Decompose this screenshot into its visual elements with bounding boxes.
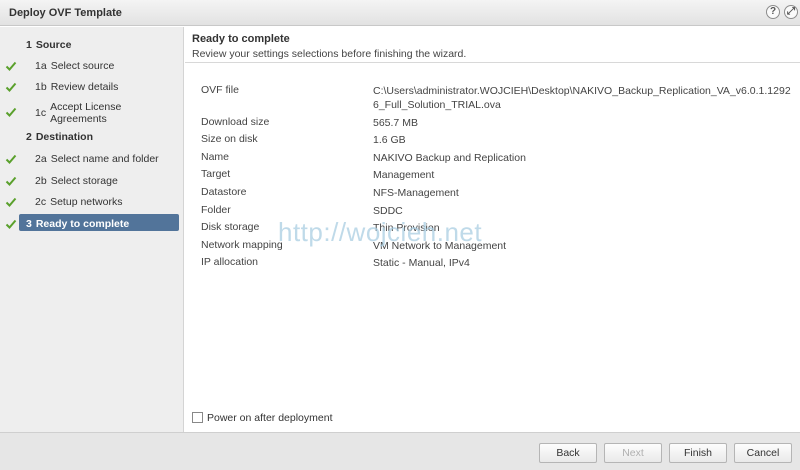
summary-value: SDDC (373, 205, 403, 217)
check-icon (5, 219, 17, 229)
cancel-button[interactable]: Cancel (734, 443, 792, 463)
summary-key: Network mapping (201, 239, 283, 251)
summary-value: Management (373, 169, 435, 181)
summary-value: C:\Users\administrator.WOJCIEH\Desktop\N… (373, 85, 791, 111)
wizard-footer: Back Next Finish Cancel (0, 432, 800, 470)
help-icon[interactable]: ? (766, 5, 780, 19)
summary-key: Datastore (201, 186, 247, 198)
summary-key: Folder (201, 204, 231, 216)
summary-key: Download size (201, 116, 270, 128)
title-bar: Deploy OVF Template ? ⤢ (0, 0, 800, 26)
checkbox-box[interactable] (192, 412, 203, 423)
check-icon (5, 197, 17, 207)
summary-key: Name (201, 151, 230, 163)
back-button[interactable]: Back (539, 443, 597, 463)
summary-value: NAKIVO Backup and Replication (373, 152, 526, 164)
check-icon (5, 154, 17, 164)
page-header: Ready to complete Review your settings s… (185, 27, 800, 63)
summary-value: Thin Provision (373, 222, 440, 234)
next-button[interactable]: Next (604, 443, 662, 463)
check-icon (5, 82, 17, 92)
summary-key: IP allocation (201, 256, 259, 268)
summary-key: Size on disk (201, 133, 258, 145)
summary-value: VM Network to Management (373, 240, 507, 252)
wizard-content: Ready to complete Review your settings s… (185, 27, 800, 432)
summary-value: 565.7 MB (373, 117, 418, 129)
summary-value: NFS-Management (373, 187, 459, 199)
window-title: Deploy OVF Template (9, 7, 122, 19)
check-icon (5, 61, 17, 71)
summary-key: OVF file (201, 84, 239, 96)
check-icon (5, 176, 17, 186)
summary-key: Disk storage (201, 221, 260, 233)
expand-icon[interactable]: ⤢ (784, 5, 798, 19)
check-icon (5, 107, 17, 117)
summary-value: Static - Manual, IPv4 (373, 257, 470, 269)
wizard-steps-sidebar: 1 Source 1a Select source 1b Review details… (0, 27, 184, 432)
finish-button[interactable]: Finish (669, 443, 727, 463)
power-on-label[interactable]: Power on after deployment (207, 412, 333, 424)
summary-value: 1.6 GB (373, 134, 406, 146)
summary-key: Target (201, 168, 231, 180)
page-title: Ready to complete (192, 33, 290, 45)
page-subtitle: Review your settings selections before f… (192, 48, 467, 60)
